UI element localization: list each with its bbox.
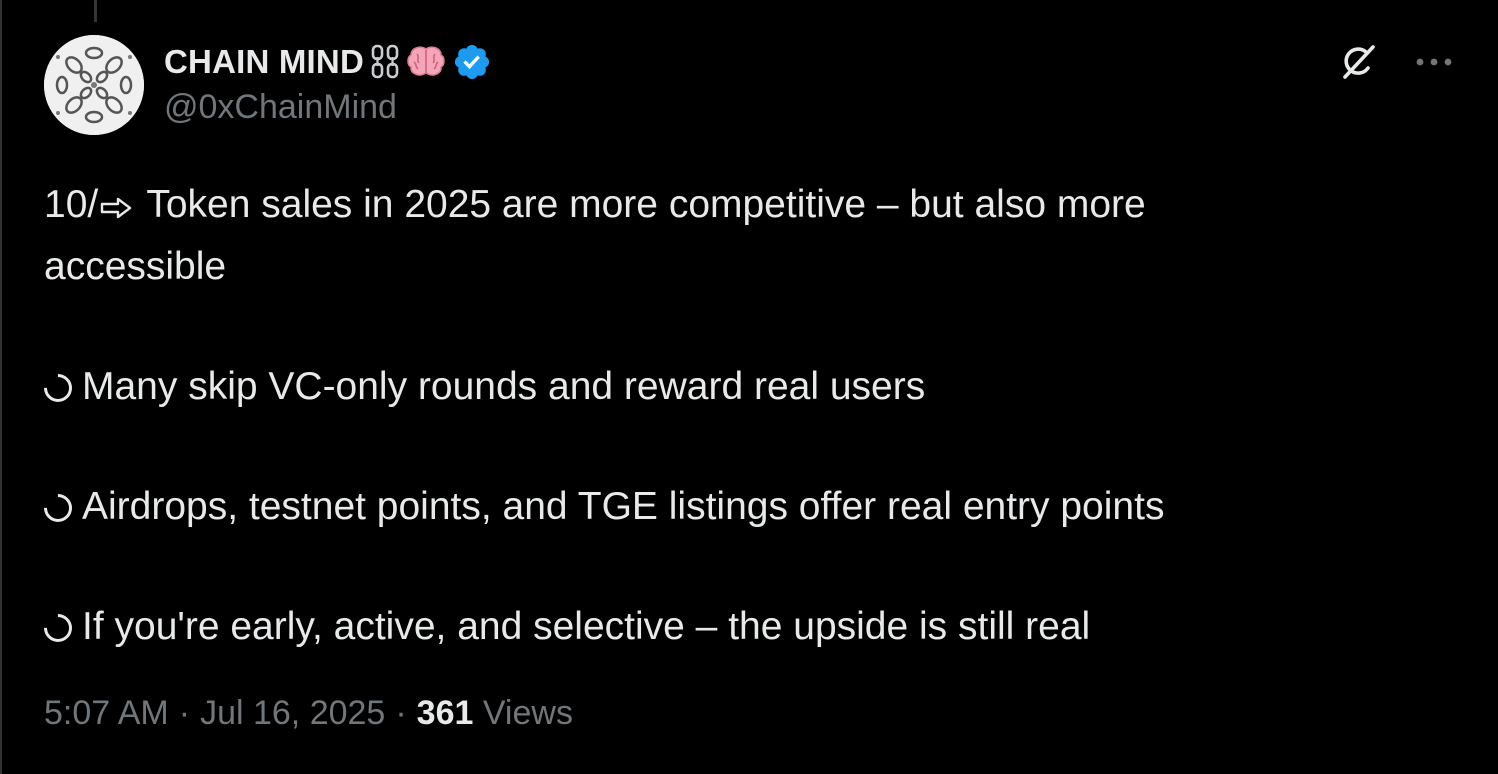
circle-bullet-icon — [38, 607, 78, 648]
avatar-chain-pattern-icon — [44, 35, 144, 135]
bullet-text: If you're early, active, and selective –… — [82, 604, 1091, 648]
tweet-top-actions — [1334, 38, 1458, 86]
views-label: Views — [482, 694, 573, 732]
tweet-intro-line-2: accessible — [44, 244, 227, 288]
tweet-text: 10/ Token sales in 2025 are more competi… — [38, 175, 1444, 657]
more-icon[interactable] — [1410, 38, 1458, 86]
tweet-date[interactable]: Jul 16, 2025 — [200, 694, 385, 733]
tweet-number: 10/ — [44, 183, 99, 226]
views-stat[interactable]: 361 Views — [417, 694, 573, 733]
tweet-meta: 5:07 AM · Jul 16, 2025 · 361 Views — [44, 694, 573, 733]
thread-connector-line — [94, 0, 97, 22]
tweet-intro-text: Token sales in 2025 are more competitive… — [136, 183, 1146, 226]
arrow-right-icon — [100, 177, 132, 237]
tweet-bullet-1: Many skip VC-only rounds and reward real… — [38, 357, 1444, 417]
author-name-row[interactable]: CHAIN MIND — [164, 40, 492, 84]
brain-emoji-icon — [406, 45, 446, 79]
tweet-bullet-3: If you're early, active, and selective –… — [38, 597, 1444, 657]
bullet-text: Airdrops, testnet points, and TGE listin… — [82, 484, 1165, 528]
author-handle[interactable]: @0xChainMind — [164, 88, 397, 127]
tweet-time[interactable]: 5:07 AM — [44, 694, 169, 733]
tweet-bullet-2: Airdrops, testnet points, and TGE listin… — [38, 477, 1444, 537]
thread-border — [0, 0, 2, 774]
avatar[interactable] — [44, 35, 144, 135]
tweet-intro-line: 10/ Token sales in 2025 are more competi… — [44, 175, 1444, 237]
author-display-name[interactable]: CHAIN MIND — [164, 43, 364, 81]
chain-emoji-icon — [370, 44, 400, 80]
meta-separator: · — [395, 694, 407, 732]
circle-bullet-icon — [38, 367, 78, 408]
meta-separator: · — [178, 694, 191, 732]
bullet-text: Many skip VC-only rounds and reward real… — [82, 364, 926, 408]
grok-icon[interactable] — [1334, 38, 1382, 86]
circle-bullet-icon — [38, 487, 78, 528]
views-count: 361 — [416, 694, 474, 732]
verified-badge-icon[interactable] — [452, 42, 492, 82]
